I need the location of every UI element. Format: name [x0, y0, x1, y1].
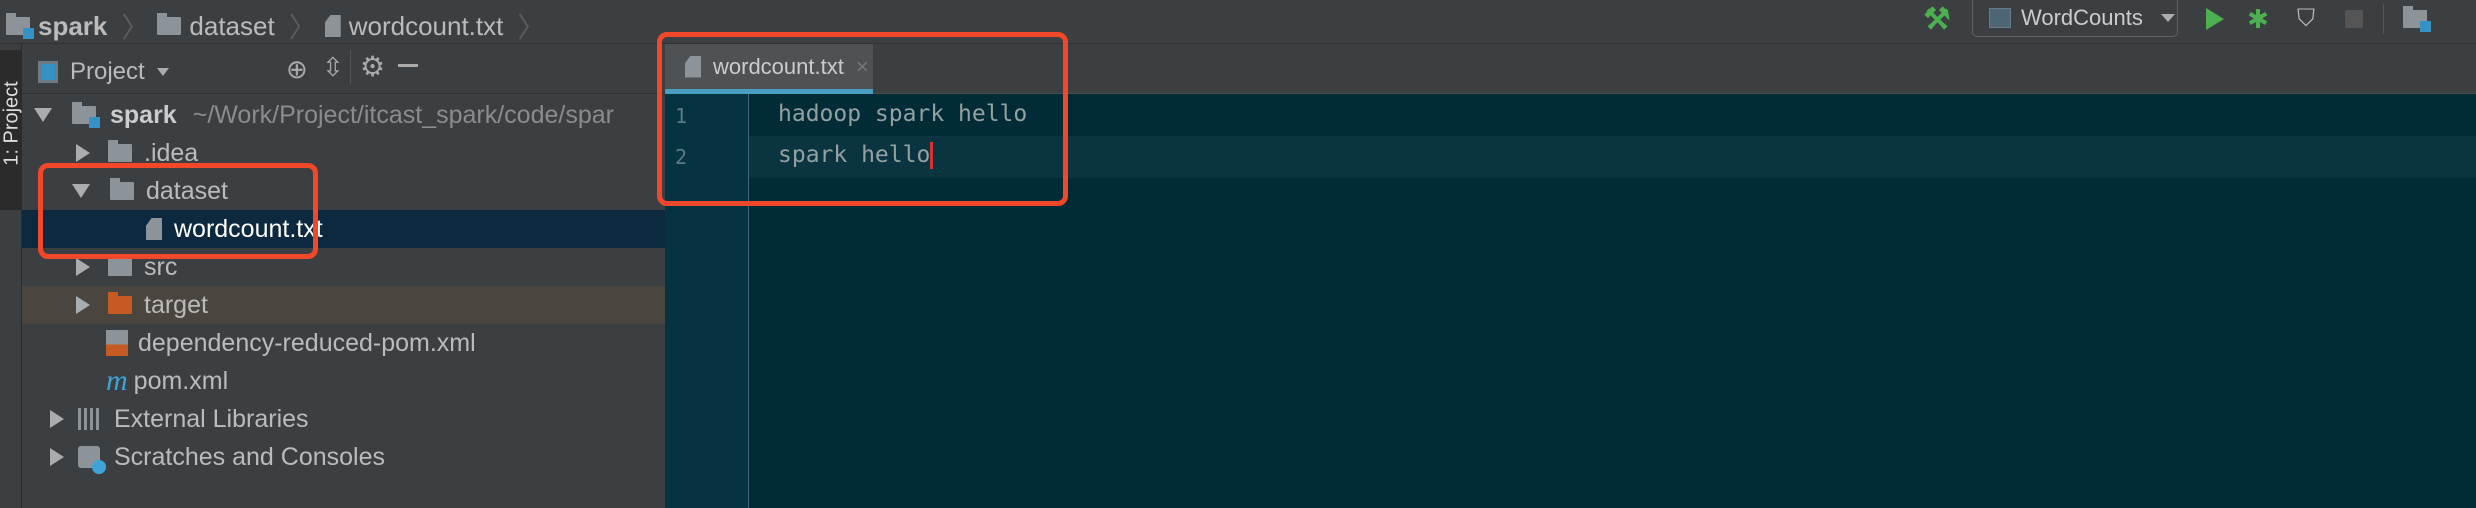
run-config-dropdown[interactable]: WordCounts [1972, 0, 2178, 37]
collapsed-arrow-icon[interactable] [50, 410, 64, 428]
maven-icon: m [106, 364, 128, 397]
breadcrumb-dataset[interactable]: dataset [189, 11, 274, 42]
libraries-icon [78, 408, 100, 430]
tree-label: External Libraries [114, 404, 309, 433]
tree-item-scratches[interactable]: Scratches and Consoles [22, 438, 665, 476]
chevron-down-icon [2160, 14, 2175, 22]
locate-icon[interactable]: ⊕ [286, 54, 308, 85]
tree-label: Scratches and Consoles [114, 442, 385, 471]
tree-label: spark [110, 100, 177, 129]
tree-item-target[interactable]: target [22, 286, 665, 324]
annotation-box-tree [38, 163, 318, 259]
project-panel-header: Project ⊕ ⇳ ⚙ [22, 44, 665, 94]
run-config-label: WordCounts [2021, 5, 2143, 30]
tree-item-external-libraries[interactable]: External Libraries [22, 400, 665, 438]
project-view-selector[interactable]: Project [70, 58, 145, 86]
tree-item-dependency-reduced-pom[interactable]: dependency-reduced-pom.xml [22, 324, 665, 362]
annotation-box-editor [657, 32, 1068, 206]
application-icon [1989, 8, 2011, 28]
module-icon [6, 13, 34, 39]
tree-label: target [144, 290, 208, 319]
collapse-all-icon[interactable]: ⇳ [322, 52, 344, 83]
module-icon [72, 102, 100, 128]
breadcrumb: spark 〉 dataset 〉 wordcount.txt 〉 [6, 6, 545, 46]
gear-icon[interactable]: ⚙ [360, 50, 385, 83]
hide-icon[interactable] [398, 64, 418, 67]
divider [350, 50, 351, 84]
tree-item-pom[interactable]: m pom.xml [22, 362, 665, 400]
tree-item-spark[interactable]: spark ~/Work/Project/itcast_spark/code/s… [22, 96, 665, 134]
project-view-icon [38, 61, 58, 83]
xml-file-icon [106, 330, 128, 356]
debug-icon[interactable]: ✱ [2245, 4, 2271, 34]
folder-icon [157, 13, 182, 35]
hammer-icon[interactable]: ⚒ [1920, 3, 1954, 36]
run-icon[interactable] [2204, 4, 2226, 34]
excluded-folder-icon [108, 292, 132, 314]
folder-icon [108, 140, 132, 162]
collapsed-arrow-icon[interactable] [50, 448, 64, 466]
scratches-icon [78, 446, 106, 474]
chevron-down-icon[interactable] [156, 68, 169, 76]
toolbar-divider [2383, 4, 2384, 34]
collapsed-arrow-icon[interactable] [76, 144, 90, 162]
breadcrumb-spark[interactable]: spark [38, 11, 107, 42]
expanded-arrow-icon[interactable] [34, 108, 52, 122]
coverage-icon[interactable]: ⛉ [2293, 4, 2319, 34]
text-file-icon [324, 15, 341, 37]
project-tool-window-tab[interactable]: 1: Project [0, 50, 23, 210]
tree-label: dependency-reduced-pom.xml [138, 328, 476, 357]
collapsed-arrow-icon[interactable] [76, 296, 90, 314]
tree-path: ~/Work/Project/itcast_spark/code/spar [192, 100, 614, 129]
collapsed-arrow-icon[interactable] [76, 258, 90, 276]
tree-label: pom.xml [133, 366, 229, 395]
folder-icon [108, 254, 132, 276]
project-structure-icon[interactable] [2400, 4, 2431, 34]
breadcrumb-file[interactable]: wordcount.txt [349, 11, 504, 42]
stop-icon[interactable] [2344, 4, 2364, 34]
